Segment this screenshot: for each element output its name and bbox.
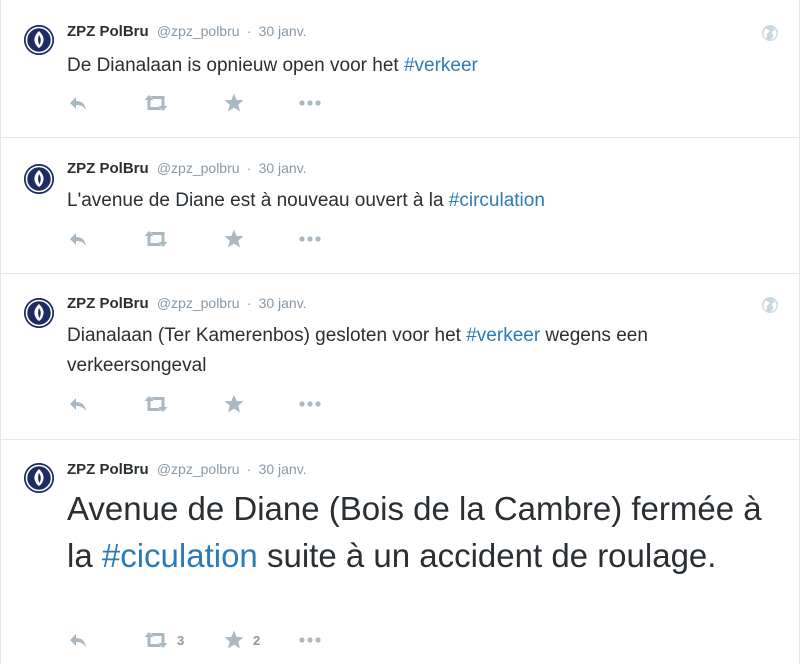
separator: · — [246, 295, 252, 311]
separator: · — [246, 23, 252, 39]
more-button[interactable] — [297, 393, 323, 415]
screen-name[interactable]: @zpz_polbru — [157, 23, 240, 39]
tweet-text-body: De Dianalaan is opnieuw open voor het — [67, 55, 404, 76]
retweet-icon — [144, 396, 168, 412]
more-dots-icon — [299, 100, 321, 106]
star-icon — [224, 630, 244, 649]
favorite-button[interactable] — [223, 92, 253, 114]
star-icon — [224, 394, 244, 413]
more-button[interactable] — [297, 629, 323, 651]
reply-icon — [70, 233, 86, 246]
tweet[interactable]: ZPZ PolBru @zpz_polbru · 30 janv. Avenue… — [1, 440, 799, 666]
fullname[interactable]: ZPZ PolBru — [67, 23, 149, 40]
hashtag-link[interactable]: #verkeer — [404, 55, 478, 76]
tweet-text-body: L'avenue de Diane est à nouveau ouvert à… — [67, 190, 449, 211]
retweet-button[interactable] — [143, 393, 177, 415]
star-icon — [224, 93, 244, 112]
screen-name[interactable]: @zpz_polbru — [157, 295, 240, 311]
retweet-icon — [144, 632, 168, 648]
reply-icon — [70, 97, 86, 110]
screen-name[interactable]: @zpz_polbru — [157, 461, 240, 477]
retweet-button[interactable] — [143, 228, 177, 250]
retweet-icon — [144, 231, 168, 247]
tweet[interactable]: ZPZ PolBru @zpz_polbru · 30 janv. L'aven… — [1, 138, 799, 274]
fullname[interactable]: ZPZ PolBru — [67, 160, 149, 177]
tweet-text: Dianalaan (Ter Kamerenbos) gesloten voor… — [67, 321, 737, 381]
tweet-header: ZPZ PolBru @zpz_polbru · 30 janv. — [67, 21, 307, 42]
retweet-button[interactable]: 3 — [143, 629, 184, 651]
reply-button[interactable] — [67, 92, 89, 114]
retweet-icon — [144, 95, 168, 111]
tweet[interactable]: ZPZ PolBru @zpz_polbru · 30 janv. De Dia… — [1, 0, 799, 138]
favorite-button[interactable]: 2 — [223, 629, 260, 651]
hashtag-link[interactable]: #ciculation — [102, 537, 258, 574]
avatar[interactable] — [24, 25, 54, 55]
tweet-text-body: Dianalaan (Ter Kamerenbos) gesloten voor… — [67, 325, 467, 346]
more-dots-icon — [299, 401, 321, 407]
retweet-button[interactable] — [143, 92, 177, 114]
hashtag-link[interactable]: #verkeer — [466, 325, 540, 346]
tweet-header: ZPZ PolBru @zpz_polbru · 30 janv. — [67, 158, 307, 179]
tweet-text: Avenue de Diane (Bois de la Cambre) ferm… — [67, 485, 779, 579]
globe-icon — [762, 297, 778, 313]
reply-icon — [70, 634, 86, 647]
police-flame-logo-icon — [24, 463, 54, 493]
timestamp[interactable]: 30 janv. — [259, 295, 307, 311]
timestamp[interactable]: 30 janv. — [259, 23, 307, 39]
tweet-header: ZPZ PolBru @zpz_polbru · 30 janv. — [67, 293, 307, 314]
tweet-text-tail: suite à un accident de roulage. — [257, 537, 717, 574]
more-dots-icon — [299, 637, 321, 643]
separator: · — [246, 461, 252, 477]
reply-icon — [70, 398, 86, 411]
screen-name[interactable]: @zpz_polbru — [157, 160, 240, 176]
reply-button[interactable] — [67, 629, 89, 651]
timestamp[interactable]: 30 janv. — [259, 461, 307, 477]
tweet[interactable]: ZPZ PolBru @zpz_polbru · 30 janv. Dianal… — [1, 274, 799, 440]
more-button[interactable] — [297, 228, 323, 250]
favorite-count: 2 — [253, 632, 261, 648]
police-flame-logo-icon — [24, 298, 54, 328]
fullname[interactable]: ZPZ PolBru — [67, 295, 149, 312]
timestamp[interactable]: 30 janv. — [259, 160, 307, 176]
favorite-button[interactable] — [223, 393, 253, 415]
hashtag-link[interactable]: #circulation — [449, 190, 545, 211]
avatar[interactable] — [24, 463, 54, 493]
avatar[interactable] — [24, 298, 54, 328]
separator: · — [246, 160, 252, 176]
more-button[interactable] — [297, 92, 323, 114]
fullname[interactable]: ZPZ PolBru — [67, 461, 149, 478]
reply-button[interactable] — [67, 393, 89, 415]
star-icon — [224, 229, 244, 248]
reply-button[interactable] — [67, 228, 89, 250]
retweet-count: 3 — [177, 632, 185, 648]
more-dots-icon — [299, 236, 321, 242]
tweet-header: ZPZ PolBru @zpz_polbru · 30 janv. — [67, 459, 307, 480]
favorite-button[interactable] — [223, 228, 253, 250]
globe-icon — [762, 25, 778, 41]
police-flame-logo-icon — [24, 25, 54, 55]
tweet-text: L'avenue de Diane est à nouveau ouvert à… — [67, 186, 767, 216]
avatar[interactable] — [24, 164, 54, 194]
police-flame-logo-icon — [24, 164, 54, 194]
tweet-text: De Dianalaan is opnieuw open voor het #v… — [67, 51, 767, 81]
timeline: ZPZ PolBru @zpz_polbru · 30 janv. De Dia… — [0, 0, 800, 664]
